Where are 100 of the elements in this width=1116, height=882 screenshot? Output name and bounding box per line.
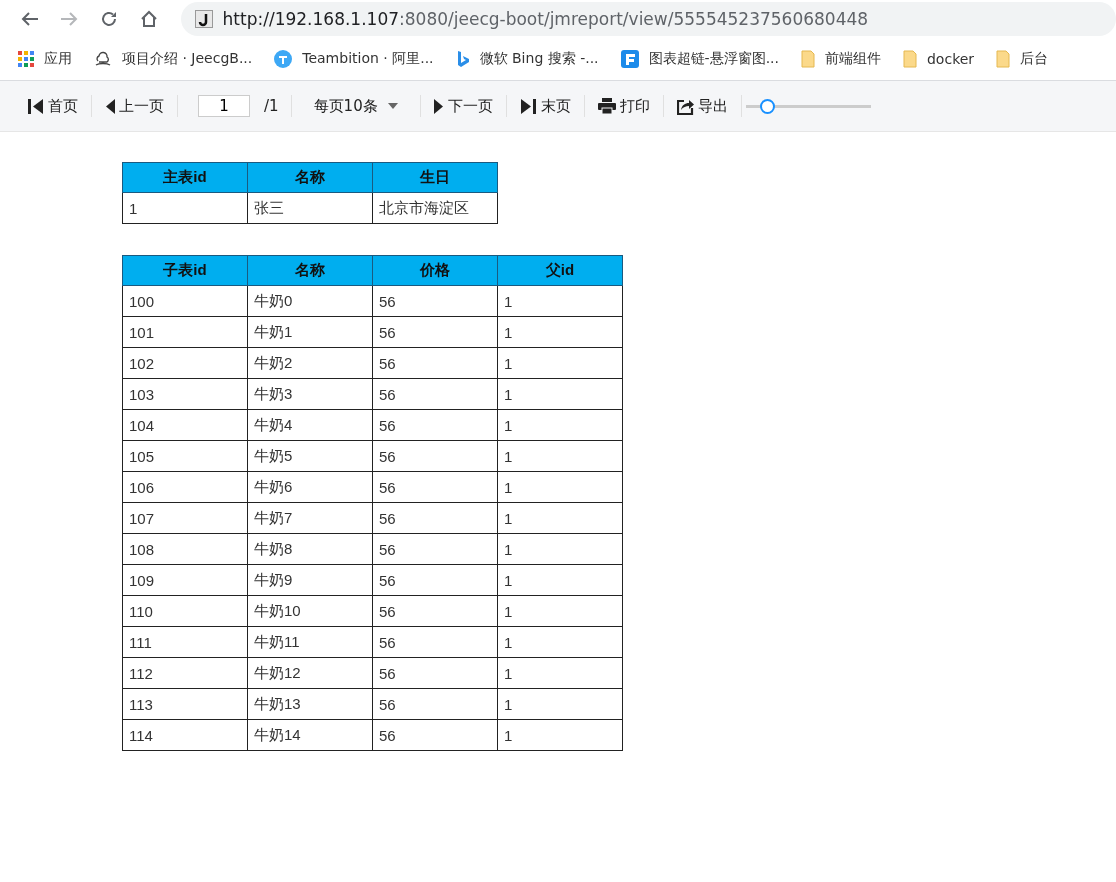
table-cell: 56 xyxy=(372,285,498,317)
table-cell: 1 xyxy=(497,657,623,689)
bookmark[interactable]: 图表超链-悬浮窗图... xyxy=(620,50,779,68)
bookmark[interactable]: 项目介绍 · JeecgB... xyxy=(94,50,253,68)
table-cell: 56 xyxy=(372,626,498,658)
table-cell: 56 xyxy=(372,440,498,472)
column-header: 价格 xyxy=(372,255,498,286)
triangle-right-icon xyxy=(433,97,444,115)
table-cell: 牛奶4 xyxy=(247,409,373,441)
table-cell: 1 xyxy=(497,440,623,472)
table-cell: 1 xyxy=(497,378,623,410)
folder-icon xyxy=(996,50,1011,68)
table-cell: 56 xyxy=(372,595,498,627)
table-cell: 1 xyxy=(497,409,623,441)
table-cell: 1 xyxy=(497,471,623,503)
column-header: 子表id xyxy=(122,255,248,286)
last-button[interactable]: 末页 xyxy=(511,92,579,120)
table-cell: 101 xyxy=(122,316,248,348)
table-cell: 北京市海淀区 xyxy=(372,192,498,224)
table-cell: 张三 xyxy=(247,192,373,224)
reload-icon[interactable] xyxy=(100,10,119,28)
table-cell: 56 xyxy=(372,533,498,565)
skip-last-icon xyxy=(519,97,537,115)
bookmark[interactable]: 应用 xyxy=(18,50,72,68)
first-button[interactable]: 首页 xyxy=(19,92,86,120)
table-cell: 56 xyxy=(372,564,498,596)
table-cell: 56 xyxy=(372,719,498,751)
table-cell: 100 xyxy=(122,285,248,317)
table-cell: 56 xyxy=(372,502,498,534)
table-cell: 56 xyxy=(372,688,498,720)
slider-thumb[interactable] xyxy=(760,98,775,114)
page-size-dropdown[interactable]: 每页10条 xyxy=(305,92,406,120)
table-cell: 1 xyxy=(497,533,623,565)
table-cell: 110 xyxy=(122,595,248,627)
caret-down-icon xyxy=(387,103,398,109)
print-button[interactable]: 打印 xyxy=(589,92,658,120)
bookmark[interactable]: 后台 xyxy=(996,50,1049,68)
table-cell: 104 xyxy=(122,409,248,441)
table-cell: 103 xyxy=(122,378,248,410)
table-cell: 56 xyxy=(372,347,498,379)
table-cell: 56 xyxy=(372,409,498,441)
table-cell: 107 xyxy=(122,502,248,534)
table-cell: 102 xyxy=(122,347,248,379)
table-cell: 1 xyxy=(497,316,623,348)
back-arrow-icon[interactable] xyxy=(20,11,39,27)
table-cell: 1 xyxy=(497,285,623,317)
table-cell: 牛奶12 xyxy=(247,657,373,689)
table-cell: 1 xyxy=(497,564,623,596)
table-cell: 1 xyxy=(497,719,623,751)
table-cell: 106 xyxy=(122,471,248,503)
export-button[interactable]: 导出 xyxy=(668,92,736,120)
folder-icon xyxy=(903,50,917,68)
table-cell: 牛奶5 xyxy=(247,440,373,472)
column-header: 主表id xyxy=(122,162,248,193)
table-cell: 牛奶1 xyxy=(247,316,373,348)
table-cell: 56 xyxy=(372,378,498,410)
table-cell: 105 xyxy=(122,440,248,472)
table-cell: 牛奶8 xyxy=(247,533,373,565)
table-cell: 牛奶0 xyxy=(247,285,373,317)
table-cell: 牛奶7 xyxy=(247,502,373,534)
bookmark[interactable]: Teambition · 阿里... xyxy=(274,50,434,68)
circle-t-logo-icon xyxy=(274,50,293,68)
table-cell: 1 xyxy=(497,688,623,720)
prev-button[interactable]: 上一页 xyxy=(97,92,172,120)
table-cell: 牛奶10 xyxy=(247,595,373,627)
bookmark[interactable]: 微软 Bing 搜索 -... xyxy=(455,50,599,68)
bookmark[interactable]: docker xyxy=(903,50,975,68)
column-header: 生日 xyxy=(372,162,498,193)
printer-icon xyxy=(597,98,616,114)
table-cell: 牛奶9 xyxy=(247,564,373,596)
table-cell: 1 xyxy=(497,626,623,658)
export-icon xyxy=(676,97,694,115)
f-logo-icon xyxy=(620,50,639,68)
table-cell: 牛奶11 xyxy=(247,626,373,658)
table-cell: 56 xyxy=(372,471,498,503)
table-cell: 56 xyxy=(372,316,498,348)
apps-grid-icon xyxy=(18,51,34,67)
table-cell: 牛奶14 xyxy=(247,719,373,751)
home-icon[interactable] xyxy=(139,10,158,28)
table-cell: 114 xyxy=(122,719,248,751)
table-cell: 113 xyxy=(122,688,248,720)
table-cell: 111 xyxy=(122,626,248,658)
j-favicon-icon xyxy=(194,10,213,28)
table-cell: 1 xyxy=(122,192,248,224)
table-cell: 1 xyxy=(497,347,623,379)
page-total: /1 xyxy=(264,97,279,115)
column-header: 名称 xyxy=(247,162,373,193)
table-cell: 1 xyxy=(497,595,623,627)
table-cell: 牛奶13 xyxy=(247,688,373,720)
page-number-field[interactable]: 1 xyxy=(198,95,250,117)
table-cell: 牛奶3 xyxy=(247,378,373,410)
column-header: 名称 xyxy=(247,255,373,286)
next-button[interactable]: 下一页 xyxy=(425,92,501,120)
folder-icon xyxy=(801,50,815,68)
table-cell: 1 xyxy=(497,502,623,534)
table-cell: 108 xyxy=(122,533,248,565)
bookmark[interactable]: 前端组件 xyxy=(801,50,881,68)
address-bar[interactable]: http://192.168.1.107:8080/jeecg-boot/jmreport/view/555545237560680448 xyxy=(180,2,1116,36)
table-cell: 牛奶2 xyxy=(247,347,373,379)
cloud-icon xyxy=(94,51,112,67)
